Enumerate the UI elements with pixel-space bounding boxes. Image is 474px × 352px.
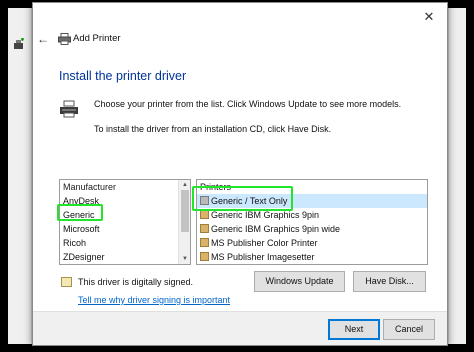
scroll-down-icon[interactable]: ▼ — [181, 255, 189, 263]
cancel-button[interactable]: Cancel — [383, 319, 435, 340]
have-disk-button[interactable]: Have Disk... — [353, 271, 426, 292]
list-item-manufacturer[interactable]: ZDesigner — [60, 250, 190, 264]
manufacturer-scrollbar[interactable]: ▲ ▼ — [178, 180, 190, 264]
certificate-icon — [61, 277, 72, 287]
printer-driver-icon — [200, 210, 209, 219]
driver-signing-link[interactable]: Tell me why driver signing is important — [78, 295, 230, 305]
printer-label: Generic IBM Graphics 9pin wide — [211, 224, 341, 234]
windows-update-button[interactable]: Windows Update — [254, 271, 345, 292]
printer-label: MS Publisher Imagesetter — [211, 252, 315, 262]
page-heading: Install the printer driver — [59, 69, 187, 83]
highlight-box-generic — [57, 204, 103, 221]
dialog-title: Add Printer — [73, 33, 121, 44]
signed-status: This driver is digitally signed. — [78, 277, 194, 287]
printer-label: MS Publisher Color Printer — [211, 238, 318, 248]
list-item-printer[interactable]: Generic IBM Graphics 9pin wide — [197, 222, 427, 236]
scroll-up-icon[interactable]: ▲ — [181, 181, 189, 189]
highlight-box-generic-text-only — [192, 186, 293, 211]
list-item-printer[interactable]: MS Publisher Color Printer — [197, 236, 427, 250]
close-icon[interactable]: ✕ — [421, 9, 437, 25]
manufacturer-list-header: Manufacturer — [63, 182, 117, 192]
printer-label: Generic IBM Graphics 9pin — [211, 210, 320, 220]
printer-driver-icon — [200, 238, 209, 247]
background-window-right — [448, 8, 466, 344]
background-window-left — [8, 8, 32, 344]
printer-driver-icon — [60, 100, 78, 118]
printer-driver-icon — [200, 224, 209, 233]
description-line-2: To install the driver from an installati… — [94, 124, 332, 134]
back-arrow-icon[interactable]: ← — [37, 31, 53, 47]
printer-driver-icon — [200, 252, 209, 261]
dialog-footer: Next Cancel — [33, 311, 447, 345]
next-button[interactable]: Next — [328, 319, 380, 340]
list-item-printer[interactable]: MS Publisher Imagesetter — [197, 250, 427, 264]
add-device-icon — [14, 38, 24, 49]
list-item-manufacturer[interactable]: Ricoh — [60, 236, 190, 250]
list-item-manufacturer[interactable]: Microsoft — [60, 222, 190, 236]
manufacturer-list[interactable]: Manufacturer AnyDesk Generic Microsoft R… — [59, 179, 191, 265]
printer-icon — [58, 33, 71, 45]
scroll-thumb[interactable] — [181, 190, 189, 232]
add-printer-dialog: ✕ ← Add Printer Install the printer driv… — [32, 2, 448, 346]
description-line-1: Choose your printer from the list. Click… — [94, 99, 402, 109]
